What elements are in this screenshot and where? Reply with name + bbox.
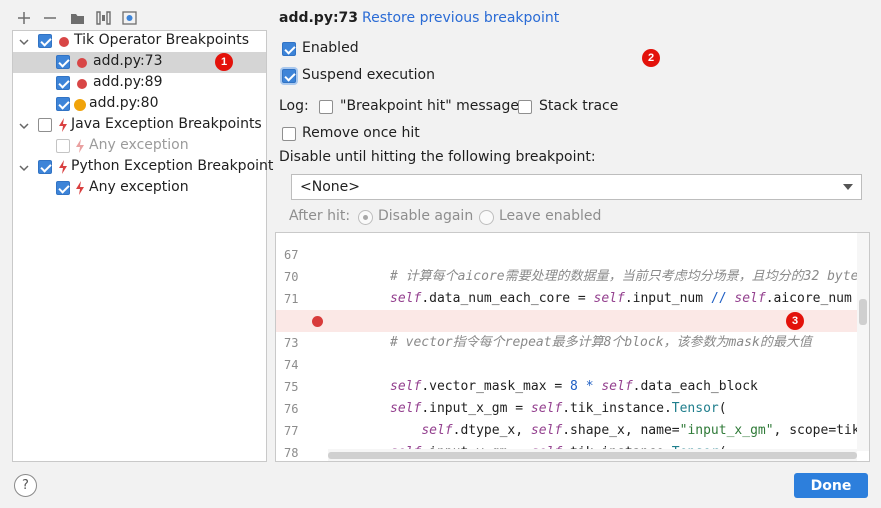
code-line: 74: [276, 332, 857, 372]
code-line: 75 self.input_x_gm = self.tik_instance.T…: [276, 354, 857, 416]
code-line: 71: [276, 266, 857, 306]
suspend-execution-label: Suspend execution: [302, 67, 435, 83]
breakpoint-red-dot-icon: [77, 79, 87, 89]
code-line-breakpoint: 73 self.vector_mask_max = 8 * self.data_…: [276, 310, 857, 394]
checkbox[interactable]: [38, 118, 52, 132]
view-icon[interactable]: [121, 10, 137, 26]
tree-item-add-py-89[interactable]: add.py:89: [13, 73, 266, 94]
code-line: 76 self.dtype_x, self.shape_x, name="inp…: [276, 376, 860, 438]
tree-item-label: Java Exception Breakpoints: [71, 116, 262, 132]
breakpoint-icon[interactable]: [312, 316, 323, 327]
disable-until-dropdown[interactable]: <None>: [291, 174, 862, 200]
log-label: Log:: [279, 98, 309, 114]
done-button[interactable]: Done: [794, 473, 868, 498]
breakpoint-orange-dot-icon: [74, 99, 86, 111]
tree-item-label: add.py:80: [89, 95, 159, 111]
code-preview[interactable]: 67 # 计算每个aicore需要处理的数据量，当前只考虑均分场景，且均分的32…: [275, 232, 870, 462]
chevron-down-icon[interactable]: [18, 162, 30, 174]
after-hit-label: After hit:: [289, 208, 351, 224]
horizontal-scrollbar[interactable]: [328, 449, 857, 461]
chevron-down-icon[interactable]: [18, 120, 30, 132]
minus-icon[interactable]: [42, 10, 58, 26]
code-line: 72 # vector指令每个repeat最多计算8个block，该参数为mas…: [276, 288, 857, 350]
tree-item-label: Any exception: [89, 137, 189, 153]
checkbox[interactable]: [38, 160, 52, 174]
tree-item-label: Any exception: [89, 179, 189, 195]
plus-icon[interactable]: [16, 10, 32, 26]
disable-again-label: Disable again: [378, 208, 474, 224]
tree-item-python-exception[interactable]: Python Exception Breakpoint: [13, 157, 273, 178]
breakpoints-tree[interactable]: Tik Operator Breakpoints add.py:73 1 add…: [12, 30, 273, 462]
checkbox[interactable]: [56, 181, 70, 195]
tree-item-label: add.py:89: [93, 74, 163, 90]
disable-until-value: <None>: [300, 179, 360, 195]
annotation-badge: 2: [642, 49, 660, 67]
log-message-checkbox[interactable]: [319, 100, 333, 114]
annotation-badge: 3: [786, 312, 804, 330]
lightning-bolt-icon: [76, 139, 84, 153]
code-line: 67 # 计算每个aicore需要处理的数据量，当前只考虑均分场景，且均分的32…: [276, 233, 866, 284]
suspend-execution-checkbox[interactable]: [282, 69, 296, 83]
lightning-bolt-icon: [59, 118, 67, 132]
checkbox[interactable]: [56, 139, 70, 153]
stack-trace-label: Stack trace: [539, 98, 619, 114]
remove-once-hit-label: Remove once hit: [302, 125, 420, 141]
tree-item-add-py-73[interactable]: add.py:73 1: [13, 52, 266, 73]
checkbox[interactable]: [56, 55, 70, 69]
code-line: 77 self.input_y_gm = self.tik_instance.T…: [276, 398, 857, 460]
scrollbar-thumb[interactable]: [859, 299, 867, 325]
tree-item-java-any-exception[interactable]: Any exception: [13, 136, 266, 157]
checkbox[interactable]: [56, 76, 70, 90]
tree-item-java-exception[interactable]: Java Exception Breakpoints: [13, 115, 266, 136]
tree-item-label: add.py:73: [93, 53, 163, 69]
remove-once-hit-checkbox[interactable]: [282, 127, 296, 141]
leave-enabled-label: Leave enabled: [499, 208, 602, 224]
chevron-down-icon[interactable]: [18, 36, 30, 48]
tree-item-python-any-exception[interactable]: Any exception: [13, 178, 266, 199]
lightning-bolt-icon: [59, 160, 67, 174]
scrollbar-thumb[interactable]: [328, 452, 857, 459]
lightning-bolt-icon: [76, 181, 84, 195]
checkbox[interactable]: [38, 34, 52, 48]
disable-again-radio[interactable]: [358, 210, 373, 225]
restore-breakpoint-link[interactable]: Restore previous breakpoint: [362, 10, 559, 26]
tree-item-tik-operator[interactable]: Tik Operator Breakpoints: [13, 31, 266, 52]
disable-until-label: Disable until hitting the following brea…: [279, 149, 596, 165]
code-line: 70 self.data_num_each_core = self.input_…: [276, 244, 857, 306]
vertical-scrollbar[interactable]: [857, 233, 869, 451]
checkbox[interactable]: [56, 97, 70, 111]
folder-icon[interactable]: [69, 10, 85, 26]
enabled-label: Enabled: [302, 40, 359, 56]
stack-trace-checkbox[interactable]: [518, 100, 532, 114]
tree-item-add-py-80[interactable]: add.py:80: [13, 94, 266, 115]
log-message-label: "Breakpoint hit" message: [340, 98, 520, 114]
tree-item-label: Tik Operator Breakpoints: [74, 32, 250, 48]
leave-enabled-radio[interactable]: [479, 210, 494, 225]
help-icon: ?: [22, 478, 29, 493]
enabled-checkbox[interactable]: [282, 42, 296, 56]
code-line: 78 self.dtype_x, self.shape_x, name="inp…: [276, 420, 857, 460]
group-icon[interactable]: [95, 10, 111, 26]
help-button[interactable]: ?: [14, 474, 37, 497]
chevron-down-icon: [843, 184, 853, 190]
annotation-badge: 1: [215, 53, 233, 71]
tree-item-label: Python Exception Breakpoint: [71, 158, 274, 174]
breakpoint-title: add.py:73: [279, 10, 359, 26]
breakpoint-red-dot-icon: [77, 58, 87, 68]
breakpoint-red-dot-icon: [59, 37, 69, 47]
